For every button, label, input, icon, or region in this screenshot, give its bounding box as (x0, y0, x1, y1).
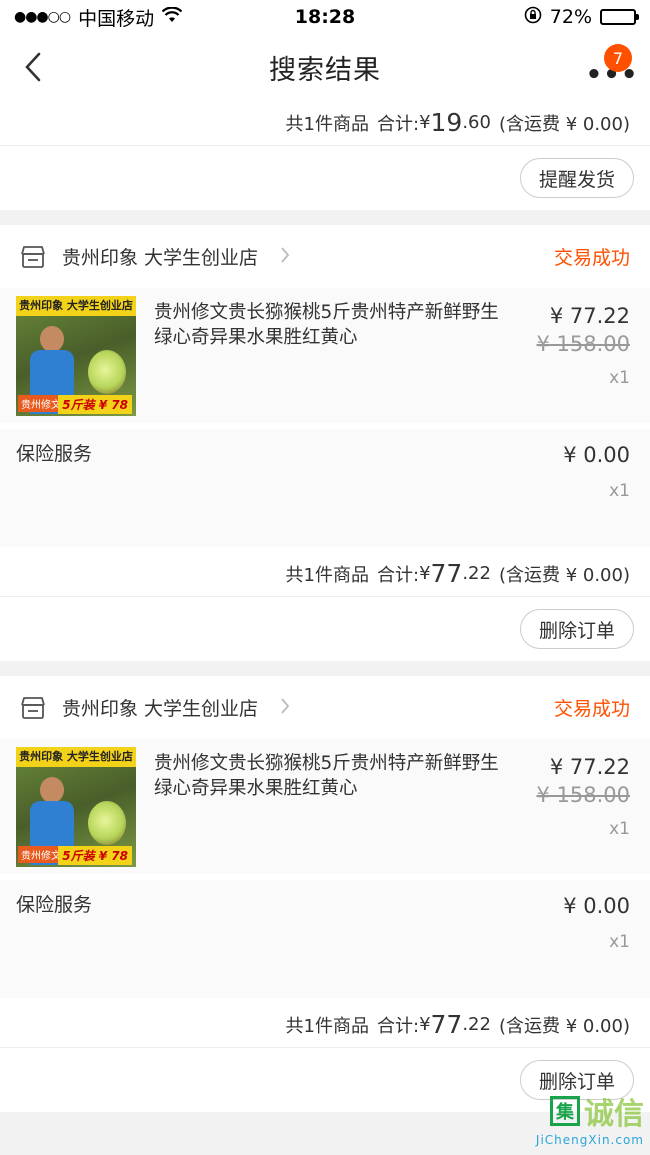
wifi-icon (161, 6, 183, 28)
thumbnail-tag-origin: 贵州修文 (18, 846, 64, 863)
carrier-name: 中国移动 (78, 7, 155, 30)
status-right: 72% (524, 6, 639, 29)
order-summary: 共1件商品 合计: ¥ 77.22 (含运费 ¥ 0.00) (0, 1002, 650, 1048)
shop-icon (20, 696, 46, 720)
insurance-price: ¥ 0.00 (563, 443, 630, 467)
original-price: ¥ 158.00 (536, 783, 630, 807)
product-thumbnail[interactable]: 贵州印象 大学生创业店 贵州修文 5斤装 ¥ 78 (16, 296, 136, 416)
shop-header[interactable]: 贵州印象 大学生创业店 交易成功 (0, 225, 650, 288)
remind-ship-button[interactable]: 提醒发货 (519, 158, 634, 198)
total-label: 合计: (376, 564, 420, 586)
shop-info: 贵州印象 大学生创业店 (20, 694, 290, 721)
product-title[interactable]: 贵州修文贵长猕猴桃5斤贵州特产新鲜野生绿心奇异果水果胜红黄心 (136, 296, 534, 413)
total-currency: ¥ (419, 563, 431, 584)
delete-order-button[interactable]: 删除订单 (519, 1060, 634, 1100)
thumbnail-banner: 贵州印象 大学生创业店 (16, 747, 136, 767)
insurance-price-column: ¥ 0.00 x1 (563, 890, 630, 998)
insurance-quantity: x1 (609, 481, 630, 501)
order-actions: 提醒发货 (0, 146, 650, 210)
signal-strength-icon: ●●●○○ (14, 9, 71, 25)
order-status: 交易成功 (553, 698, 630, 720)
shipping-note: (含运费 ¥ 0.00) (498, 113, 630, 135)
total-int: 77 (430, 1010, 463, 1039)
shop-header[interactable]: 贵州印象 大学生创业店 交易成功 (0, 676, 650, 739)
product-quantity: x1 (609, 368, 630, 388)
product-price-column: ¥ 77.22 ¥ 158.00 x1 (534, 296, 630, 413)
product-thumbnail[interactable]: 贵州印象 大学生创业店 贵州修文 5斤装 ¥ 78 (16, 747, 136, 867)
product-row[interactable]: 贵州印象 大学生创业店 贵州修文 5斤装 ¥ 78 贵州修文贵长猕猴桃5斤贵州特… (0, 288, 650, 423)
delete-order-button[interactable]: 删除订单 (519, 609, 634, 649)
item-count: 共1件商品 (285, 1015, 369, 1037)
total-dec: .22 (462, 563, 491, 584)
order-summary: 共1件商品 合计: ¥ 77.22 (含运费 ¥ 0.00) (0, 551, 650, 597)
page-title: 搜索结果 (269, 54, 381, 86)
total-currency: ¥ (419, 112, 431, 133)
insurance-price: ¥ 0.00 (563, 894, 630, 918)
item-count: 共1件商品 (285, 564, 369, 586)
chevron-left-icon (25, 52, 41, 82)
nav-bar: 搜索结果 ••• 7 (0, 34, 650, 100)
insurance-row: 保险服务 ¥ 0.00 x1 (0, 429, 650, 547)
thumbnail-tag-price: 5斤装 ¥ 78 (58, 395, 132, 414)
product-price-column: ¥ 77.22 ¥ 158.00 x1 (534, 747, 630, 864)
status-bar: ●●●○○ 中国移动 18:28 72% (0, 0, 650, 34)
back-button[interactable] (18, 50, 48, 84)
shipping-note: (含运费 ¥ 0.00) (498, 564, 630, 586)
current-price: ¥ 77.22 (549, 755, 630, 779)
order-card-partial: 共1件商品 合计: ¥ 19.60 (含运费 ¥ 0.00) 提醒发货 (0, 100, 650, 210)
insurance-row: 保险服务 ¥ 0.00 x1 (0, 880, 650, 998)
card-gap (0, 210, 650, 225)
chevron-right-icon (280, 245, 290, 269)
total-currency: ¥ (419, 1014, 431, 1035)
order-card: 贵州印象 大学生创业店 交易成功 贵州印象 大学生创业店 贵州修文 5斤装 ¥ … (0, 225, 650, 661)
original-price: ¥ 158.00 (536, 332, 630, 356)
total-dec: .60 (462, 112, 491, 133)
shop-name[interactable]: 贵州印象 大学生创业店 (62, 243, 258, 270)
thumbnail-banner: 贵州印象 大学生创业店 (16, 296, 136, 316)
total-int: 19 (430, 108, 463, 137)
shop-info: 贵州印象 大学生创业店 (20, 243, 290, 270)
insurance-label: 保险服务 (16, 894, 93, 916)
thumbnail-tag-origin: 贵州修文 (18, 395, 64, 412)
chevron-right-icon (280, 696, 290, 720)
product-row[interactable]: 贵州印象 大学生创业店 贵州修文 5斤装 ¥ 78 贵州修文贵长猕猴桃5斤贵州特… (0, 739, 650, 874)
more-button[interactable]: ••• 7 (586, 44, 637, 88)
thumbnail-tag-price: 5斤装 ¥ 78 (58, 846, 132, 865)
notification-badge: 7 (604, 44, 632, 72)
shop-name[interactable]: 贵州印象 大学生创业店 (62, 694, 258, 721)
total-int: 77 (430, 559, 463, 588)
item-count: 共1件商品 (285, 113, 369, 135)
order-actions: 删除订单 (0, 1048, 650, 1112)
total-label: 合计: (376, 113, 420, 135)
kiwi-fruit-image (88, 350, 126, 394)
battery-percent: 72% (549, 6, 592, 28)
product-title[interactable]: 贵州修文贵长猕猴桃5斤贵州特产新鲜野生绿心奇异果水果胜红黄心 (136, 747, 534, 864)
order-summary: 共1件商品 合计: ¥ 19.60 (含运费 ¥ 0.00) (0, 100, 650, 146)
battery-icon (600, 9, 639, 25)
total-dec: .22 (462, 1014, 491, 1035)
insurance-quantity: x1 (609, 932, 630, 952)
orientation-lock-icon (524, 6, 542, 29)
shipping-note: (含运费 ¥ 0.00) (498, 1015, 630, 1037)
total-label: 合计: (376, 1015, 420, 1037)
insurance-price-column: ¥ 0.00 x1 (563, 439, 630, 547)
order-actions: 删除订单 (0, 597, 650, 661)
kiwi-fruit-image (88, 801, 126, 845)
order-card: 贵州印象 大学生创业店 交易成功 贵州印象 大学生创业店 贵州修文 5斤装 ¥ … (0, 676, 650, 1112)
current-price: ¥ 77.22 (549, 304, 630, 328)
shop-icon (20, 245, 46, 269)
watermark-url: JiChengXin.com (535, 1133, 644, 1147)
status-left: ●●●○○ 中国移动 (14, 4, 183, 31)
order-list: 贵州印象 大学生创业店 交易成功 贵州印象 大学生创业店 贵州修文 5斤装 ¥ … (0, 210, 650, 1112)
card-gap (0, 661, 650, 676)
product-quantity: x1 (609, 819, 630, 839)
order-status: 交易成功 (553, 247, 630, 269)
insurance-label: 保险服务 (16, 443, 93, 465)
